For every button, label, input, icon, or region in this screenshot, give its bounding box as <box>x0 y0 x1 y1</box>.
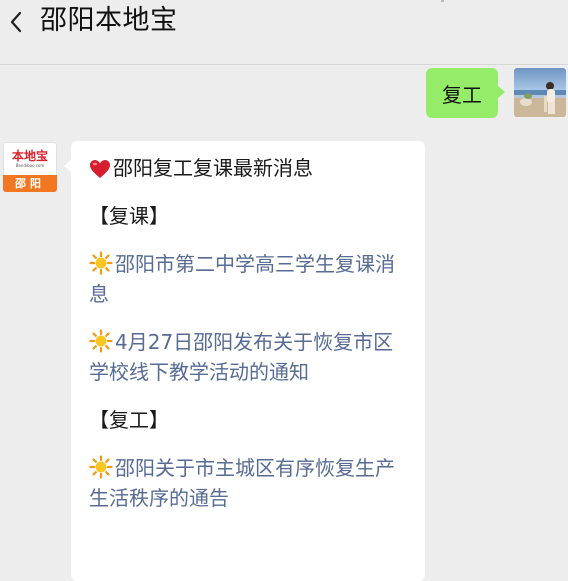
link-text: 邵阳市第二中学高三学生复课消息 <box>89 252 395 306</box>
logo-domain: Bendibao.com <box>15 162 45 168</box>
link-school-reopen[interactable]: 邵阳市第二中学高三学生复课消息 <box>89 249 409 309</box>
avatar-photo <box>514 68 566 117</box>
section-label-resume-classes: 【复课】 <box>89 204 169 228</box>
sun-icon <box>89 251 113 275</box>
account-avatar[interactable]: 本地宝 Bendibao.com 邵阳 <box>3 142 57 192</box>
top-bar: 邵阳本地宝 <box>0 0 568 65</box>
link-production-order-notice[interactable]: 邵阳关于市主城区有序恢复生产生活秩序的通告 <box>89 453 409 513</box>
heading-text: 邵阳复工复课最新消息 <box>113 156 313 180</box>
logo-city: 邵阳 <box>3 175 57 192</box>
logo-text: 本地宝 <box>11 148 48 163</box>
heart-icon <box>90 160 110 178</box>
sun-icon <box>89 329 113 353</box>
message-heading: 邵阳复工复课最新消息 <box>89 153 409 183</box>
section-label-resume-work: 【复工】 <box>89 408 169 432</box>
chevron-left-icon <box>10 11 22 33</box>
my-avatar[interactable] <box>514 68 566 117</box>
account-message-bubble[interactable]: 邵阳复工复课最新消息 【复课】 邵阳市第二中学高三学生复课消息 4月27日邵阳发… <box>64 141 425 581</box>
link-text: 4月27日邵阳发布关于恢复市区学校线下教学活动的通知 <box>89 330 394 384</box>
chat-title: 邵阳本地宝 <box>40 5 178 36</box>
status-mark <box>441 0 444 2</box>
sun-icon <box>89 455 113 479</box>
my-message-bubble[interactable]: 复工 <box>426 68 505 118</box>
link-text: 邵阳关于市主城区有序恢复生产生活秩序的通告 <box>89 456 395 510</box>
my-message-text: 复工 <box>442 82 482 107</box>
back-button[interactable] <box>2 4 30 40</box>
logo: 本地宝 Bendibao.com <box>7 146 53 172</box>
link-offline-teaching-notice[interactable]: 4月27日邵阳发布关于恢复市区学校线下教学活动的通知 <box>89 327 409 387</box>
